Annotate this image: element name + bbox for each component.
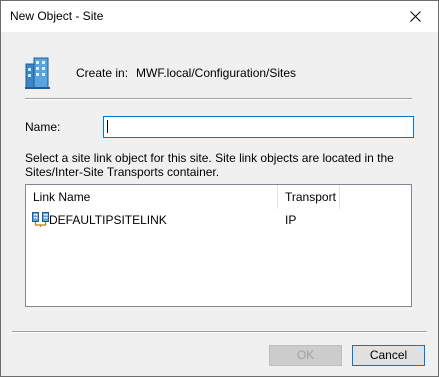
close-icon: [409, 11, 421, 22]
create-in-path: MWF.local/Configuration/Sites: [136, 66, 297, 80]
close-button[interactable]: [392, 1, 438, 32]
name-input[interactable]: [103, 116, 414, 138]
site-icon: [25, 57, 50, 89]
footer-divider: [12, 331, 427, 333]
title-bar[interactable]: New Object - Site: [1, 1, 438, 32]
header-divider: [25, 98, 412, 100]
site-link-icon: [32, 212, 49, 227]
new-object-site-dialog: New Object - Site Create in: MWF.local/C…: [0, 0, 439, 377]
link-name-cell: DEFAULTIPSITELINK: [49, 213, 167, 227]
window-title: New Object - Site: [10, 9, 104, 23]
name-label: Name:: [25, 120, 61, 134]
ok-button[interactable]: OK: [269, 345, 342, 366]
transport-cell: IP: [285, 213, 297, 227]
list-header: Link Name Transport: [26, 185, 411, 209]
text-caret: [107, 120, 108, 133]
column-header-link-name[interactable]: Link Name: [26, 185, 278, 209]
cancel-button[interactable]: Cancel: [352, 345, 425, 366]
site-link-list[interactable]: Link Name Transport DEFAULTIPSITELINK IP: [25, 184, 412, 307]
column-header-transport[interactable]: Transport: [278, 185, 340, 209]
site-link-instructions: Select a site link object for this site.…: [25, 151, 394, 179]
create-in-label: Create in:: [76, 66, 129, 80]
list-item[interactable]: DEFAULTIPSITELINK IP: [26, 210, 411, 229]
